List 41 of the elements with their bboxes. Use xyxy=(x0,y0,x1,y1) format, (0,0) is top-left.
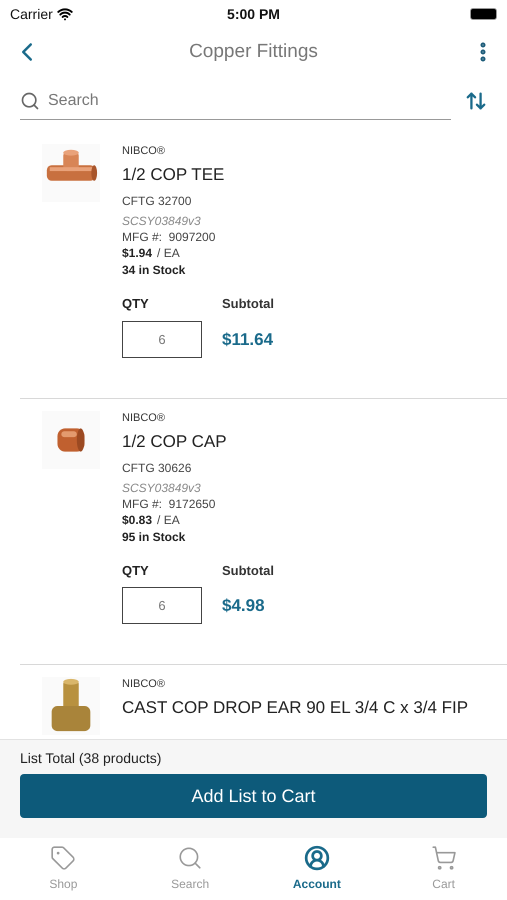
unit-price: $0.83 xyxy=(122,512,152,528)
brand-label: NIBCO® xyxy=(122,144,166,158)
brand-label: NIBCO® xyxy=(122,677,166,691)
qty-field[interactable]: 6 xyxy=(122,320,202,358)
subtotal-label: Subtotal xyxy=(222,295,274,313)
search-icon xyxy=(20,90,40,110)
sku-label: SCSY03849v3 xyxy=(122,480,202,496)
product-name[interactable]: 1/2 COP TEE xyxy=(122,164,274,186)
stock-label: 95 in Stock xyxy=(122,528,186,544)
unit-price: $1.94 xyxy=(122,245,152,262)
mfg-number: MFG #: 9097200 xyxy=(122,229,216,245)
tab-bar-item[interactable]: Account xyxy=(254,838,380,900)
sku-label: SCSY03849v3 xyxy=(122,214,202,229)
brand-label: NIBCO® xyxy=(122,410,166,424)
product-name[interactable]: 1/2 COP CAP xyxy=(122,430,274,452)
add-list-to-cart-button[interactable]: Add List to Cart xyxy=(20,774,487,818)
account-icon xyxy=(304,845,330,871)
product-name[interactable]: CAST COP DROP EAR 90 EL 3/4 C x 3/4 FIP xyxy=(122,697,468,719)
unit-label: / EA xyxy=(157,245,180,262)
subtotal-value: $11.64 xyxy=(222,328,274,350)
carrier-label: Carrier xyxy=(10,4,53,24)
search-icon xyxy=(177,845,204,871)
product-code: CFTG 32700 xyxy=(122,193,192,210)
tag-icon xyxy=(50,845,76,871)
qty-label: QTY xyxy=(122,562,150,580)
stock-label: 34 in Stock xyxy=(122,262,186,278)
sort-icon[interactable] xyxy=(465,90,487,112)
subtotal-value: $4.98 xyxy=(222,595,266,617)
list-total: List Total (38 products) xyxy=(20,749,162,768)
qty-label: QTY xyxy=(122,295,150,313)
subtotal-label: Subtotal xyxy=(222,562,274,580)
battery-icon xyxy=(470,8,497,20)
search-field[interactable]: Search xyxy=(48,88,451,112)
unit-label: / EA xyxy=(157,512,180,528)
wifi-icon xyxy=(56,6,73,22)
product-code: CFTG 30626 xyxy=(122,460,192,476)
qty-field[interactable]: 6 xyxy=(122,587,202,624)
cart-icon xyxy=(430,845,457,871)
clock: 5:00 PM xyxy=(226,4,281,24)
mfg-number: MFG #: 9172650 xyxy=(122,496,216,512)
page-title: Copper Fittings xyxy=(188,40,319,64)
